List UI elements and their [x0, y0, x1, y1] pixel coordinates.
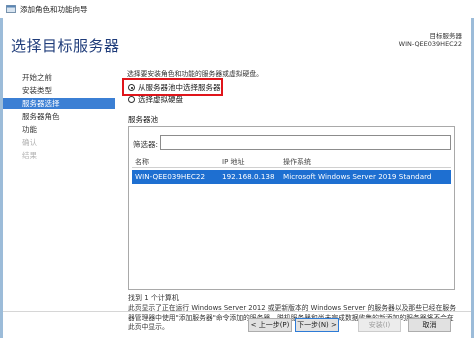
nav-item-features[interactable]: 功能 — [3, 124, 115, 135]
page-title: 选择目标服务器 — [11, 37, 120, 55]
radio-unchecked-icon[interactable] — [128, 96, 135, 103]
column-header-os[interactable]: 操作系统 — [283, 157, 311, 167]
option-select-from-pool[interactable]: 从服务器池中选择服务器 — [128, 83, 221, 93]
previous-button[interactable]: < 上一步(P) — [248, 318, 292, 332]
nav-item-confirmation: 确认 — [22, 138, 37, 147]
window-title: 添加角色和功能向导 — [20, 5, 88, 14]
nav-item-results: 结果 — [22, 151, 37, 160]
filter-input[interactable] — [160, 135, 451, 150]
option-select-vhd[interactable]: 选择虚拟硬盘 — [128, 95, 183, 105]
destination-server-value: WIN-QEE039HEC22 — [398, 40, 462, 48]
table-row[interactable]: WIN-QEE039HEC22 192.168.0.138 Microsoft … — [132, 170, 451, 184]
page-description: 选择要安装角色和功能的服务器或虚拟硬盘。 — [127, 70, 263, 78]
cell-ip-address: 192.168.0.138 — [222, 172, 275, 181]
filter-label: 筛选器: — [133, 140, 159, 149]
cell-operating-system: Microsoft Windows Server 2019 Standard — [283, 172, 432, 181]
nav-item-before-you-begin[interactable]: 开始之前 — [3, 72, 115, 83]
option-label: 选择虚拟硬盘 — [138, 95, 183, 104]
nav-item-installation-type[interactable]: 安装类型 — [3, 85, 115, 96]
radio-checked-icon[interactable] — [128, 84, 135, 91]
wizard-app-icon — [6, 5, 16, 13]
nav-item-server-selection[interactable]: 服务器选择 — [3, 98, 115, 109]
column-header-name[interactable]: 名称 — [135, 157, 149, 167]
title-bar: 添加角色和功能向导 — [0, 0, 474, 18]
destination-server-label: 目标服务器 — [429, 32, 463, 40]
cell-server-name: WIN-QEE039HEC22 — [135, 172, 206, 181]
option-label: 从服务器池中选择服务器 — [138, 83, 221, 92]
install-button: 安装(I) — [358, 318, 401, 332]
server-pool-label: 服务器池 — [128, 115, 158, 124]
footer-separator — [3, 311, 471, 312]
found-count: 找到 1 个计算机 — [128, 294, 179, 302]
column-header-ip[interactable]: IP 地址 — [222, 157, 245, 167]
server-pool-box: 筛选器: 名称 IP 地址 操作系统 WIN-QEE039HEC22 192.1… — [128, 126, 455, 290]
next-button[interactable]: 下一步(N) > — [295, 318, 339, 332]
cancel-button[interactable]: 取消 — [408, 318, 451, 332]
wizard-nav: 开始之前 安装类型 服务器选择 服务器角色 功能 确认 结果 — [3, 66, 115, 312]
header-separator — [132, 167, 451, 168]
nav-item-server-roles[interactable]: 服务器角色 — [3, 111, 115, 122]
